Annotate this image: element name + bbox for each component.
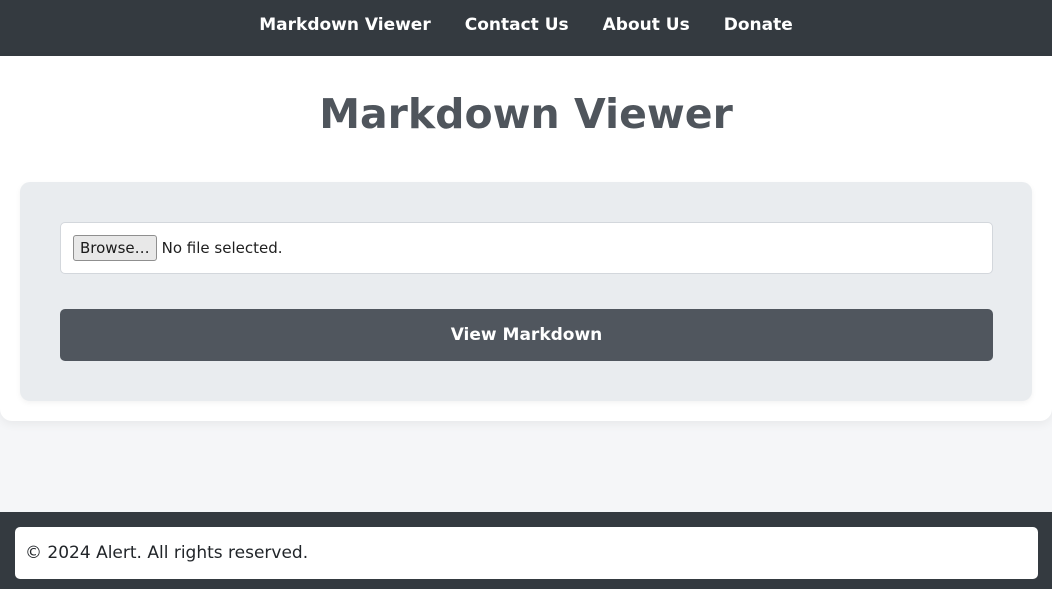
nav-link-about-us[interactable]: About Us bbox=[603, 15, 690, 35]
main-card: Markdown Viewer Browse… No file selected… bbox=[0, 56, 1052, 421]
view-markdown-button[interactable]: View Markdown bbox=[60, 309, 993, 361]
upload-form: Browse… No file selected. View Markdown bbox=[20, 182, 1032, 401]
nav-link-contact-us[interactable]: Contact Us bbox=[465, 15, 569, 35]
nav-link-donate[interactable]: Donate bbox=[724, 15, 793, 35]
file-status-text: No file selected. bbox=[161, 239, 283, 257]
page-title: Markdown Viewer bbox=[319, 90, 733, 138]
top-navbar: Markdown Viewer Contact Us About Us Dona… bbox=[0, 0, 1052, 56]
copyright-text: © 2024 Alert. All rights reserved. bbox=[25, 543, 309, 563]
footer-box: © 2024 Alert. All rights reserved. bbox=[15, 527, 1038, 579]
file-input[interactable]: Browse… No file selected. bbox=[60, 222, 993, 274]
nav-link-markdown-viewer[interactable]: Markdown Viewer bbox=[259, 15, 431, 35]
footer: © 2024 Alert. All rights reserved. bbox=[0, 512, 1052, 589]
browse-button[interactable]: Browse… bbox=[73, 235, 157, 261]
